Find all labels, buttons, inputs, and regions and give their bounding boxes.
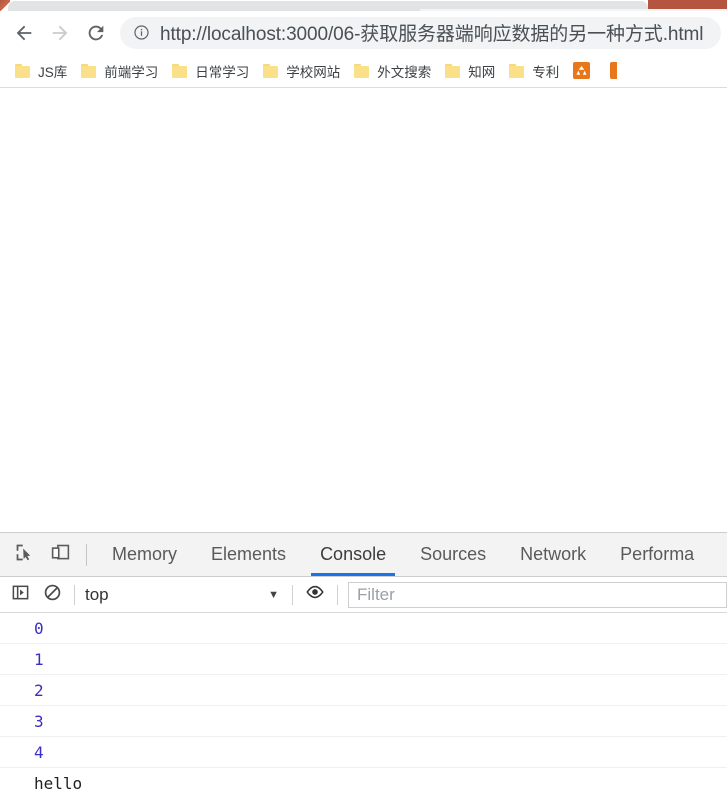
reload-icon <box>85 22 107 44</box>
tab-label: Sources <box>420 544 487 564</box>
tab-console[interactable]: Console <box>303 533 403 576</box>
folder-icon <box>263 63 279 78</box>
console-filter-input[interactable] <box>348 581 727 608</box>
console-message-row: 4 <box>0 737 727 768</box>
profile-indicator[interactable] <box>648 0 727 9</box>
console-message-row: 0 <box>0 613 727 644</box>
console-message-text: 1 <box>34 649 44 669</box>
bookmark-item[interactable]: 日常学习 <box>165 58 256 84</box>
console-message-row: 3 <box>0 706 727 737</box>
console-toolbar-divider <box>74 584 75 605</box>
tab-label: Network <box>520 544 587 564</box>
bookmark-item[interactable]: 专利 <box>502 58 566 84</box>
tab-strip <box>0 0 727 11</box>
site-favicon-icon <box>573 62 591 79</box>
bookmark-label: 日常学习 <box>195 64 250 80</box>
bookmark-item-favicon[interactable] <box>566 58 603 84</box>
console-toolbar-divider-3 <box>337 584 338 605</box>
bookmark-label: 知网 <box>468 64 496 80</box>
folder-icon <box>509 63 525 78</box>
back-button[interactable] <box>6 15 42 51</box>
bookmark-item[interactable]: 学校网站 <box>256 58 347 84</box>
bookmark-item[interactable]: 外文搜索 <box>347 58 438 84</box>
site-favicon-icon-partial <box>610 62 618 79</box>
tab-label: Console <box>320 544 387 564</box>
devtools-tab-bar: Memory Elements Console Sources Network … <box>0 533 727 577</box>
folder-icon <box>445 63 461 78</box>
console-message-text: 3 <box>34 711 44 731</box>
devtools-panel: Memory Elements Console Sources Network … <box>0 532 727 809</box>
device-toolbar-icon <box>50 542 71 568</box>
live-expression-eye-icon <box>305 582 325 607</box>
bookmark-item[interactable]: JS库 <box>8 58 74 84</box>
address-bar[interactable]: http://localhost:3000/06-获取服务器端响应数据的另一种方… <box>120 16 721 49</box>
bookmark-item[interactable]: 前端学习 <box>74 58 165 84</box>
console-toolbar-divider-2 <box>292 584 293 605</box>
tab-label: Memory <box>112 544 178 564</box>
page-viewport <box>0 88 727 532</box>
folder-icon <box>15 63 31 78</box>
execution-context-select[interactable]: top ▼ <box>81 582 286 608</box>
bookmark-label: 外文搜索 <box>377 64 432 80</box>
info-circle-icon[interactable] <box>132 24 150 42</box>
toolbar-divider <box>86 543 87 566</box>
browser-toolbar: http://localhost:3000/06-获取服务器端响应数据的另一种方… <box>0 11 727 54</box>
bookmark-label: 前端学习 <box>104 64 159 80</box>
inspect-element-icon <box>14 542 35 568</box>
execution-context-label: top <box>85 584 109 604</box>
forward-arrow-icon <box>49 22 71 44</box>
folder-icon <box>354 63 370 78</box>
device-toolbar-button[interactable] <box>42 537 78 573</box>
tab-network[interactable]: Network <box>503 533 603 576</box>
bookmark-label: 学校网站 <box>286 64 341 80</box>
console-message-text: hello <box>34 774 83 793</box>
tab-memory[interactable]: Memory <box>95 533 194 576</box>
bookmarks-bar: JS库 前端学习 日常学习 学校网站 外文搜索 知网 专利 <box>0 54 727 88</box>
console-message-text: 4 <box>34 742 44 762</box>
tab-sources[interactable]: Sources <box>403 533 503 576</box>
clear-console-button[interactable] <box>36 580 68 610</box>
folder-icon <box>81 63 97 78</box>
reload-button[interactable] <box>78 15 114 51</box>
url-text: http://localhost:3000/06-获取服务器端响应数据的另一种方… <box>160 24 704 45</box>
bookmark-label: 专利 <box>532 64 560 80</box>
chevron-down-icon: ▼ <box>268 588 279 601</box>
inspect-element-button[interactable] <box>6 537 42 573</box>
browser-window: http://localhost:3000/06-获取服务器端响应数据的另一种方… <box>0 0 727 810</box>
console-message-row: 2 <box>0 675 727 706</box>
console-message-row: 1 <box>0 644 727 675</box>
console-message-text: 2 <box>34 680 44 700</box>
console-output[interactable]: 0 1 2 3 4 hello <box>0 613 727 809</box>
tab-label: Performa <box>620 544 695 564</box>
bookmark-label: JS库 <box>38 64 68 80</box>
tab-performance[interactable]: Performa <box>603 533 711 576</box>
clear-console-icon <box>43 583 62 607</box>
folder-icon <box>172 63 188 78</box>
console-message-row: hello <box>0 768 727 799</box>
tab-label: Elements <box>211 544 287 564</box>
console-toolbar: top ▼ <box>0 577 727 613</box>
console-message-text: 0 <box>34 618 44 638</box>
bookmark-item[interactable]: 知网 <box>438 58 502 84</box>
live-expression-button[interactable] <box>299 580 331 610</box>
console-sidebar-button[interactable] <box>4 580 36 610</box>
tab-elements[interactable]: Elements <box>194 533 303 576</box>
bookmark-item-partial[interactable] <box>603 58 618 84</box>
back-arrow-icon <box>13 22 35 44</box>
console-sidebar-icon <box>11 583 30 607</box>
forward-button[interactable] <box>42 15 78 51</box>
